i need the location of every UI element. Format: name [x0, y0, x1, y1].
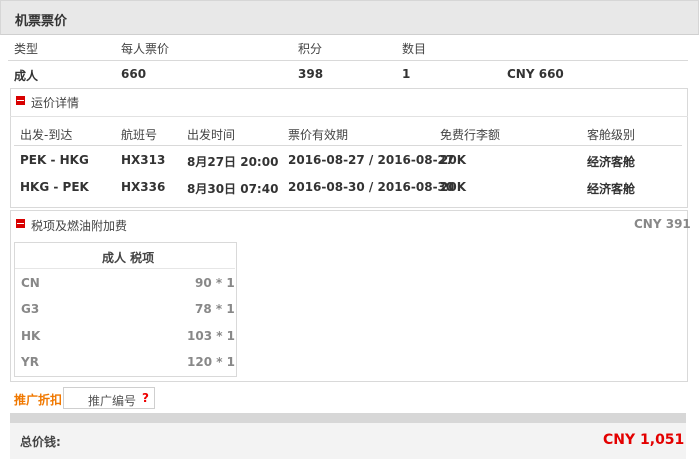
fare-col-validity: 票价有效期 [288, 128, 349, 142]
collapse-icon[interactable] [16, 219, 25, 228]
summary-points: 398 [298, 67, 324, 81]
fare-row-cabin: 经济客舱 [587, 155, 636, 169]
fare-col-cabin: 客舱级别 [587, 128, 636, 142]
fare-row-baggage: 20K [440, 180, 466, 194]
fare-row-validity: 2016-08-27 / 2016-08-27 [288, 153, 455, 167]
divider [14, 145, 682, 146]
summary-total: CNY 660 [507, 67, 564, 81]
fare-row-baggage: 20K [440, 153, 466, 167]
fare-row-time: 8月30日 07:40 [187, 182, 279, 196]
tax-amount: 103 * 1 [187, 329, 236, 343]
fare-row-route: PEK - HKG [20, 153, 89, 167]
tax-code: G3 [21, 302, 40, 316]
col-points: 积分 [298, 42, 323, 56]
fare-row-flight: HX313 [121, 153, 166, 167]
col-price: 每人票价 [121, 42, 170, 56]
fare-row-validity: 2016-08-30 / 2016-08-30 [288, 180, 455, 194]
tax-code: CN [21, 276, 40, 290]
fare-row-time: 8月27日 20:00 [187, 155, 279, 169]
promo-code-input[interactable]: 推广编号 ? [63, 387, 155, 409]
total-price: CNY 1,051 [603, 432, 685, 448]
divider [8, 60, 688, 61]
fare-row-flight: HX336 [121, 180, 166, 194]
summary-count: 1 [402, 67, 411, 81]
tax-code: HK [21, 329, 41, 343]
promo-label: 推广折扣 [14, 393, 63, 407]
price-panel-header: 机票票价 [0, 0, 699, 35]
col-count: 数目 [402, 42, 427, 56]
fare-details-title[interactable]: 运价详情 [31, 94, 79, 111]
tax-amount: 120 * 1 [187, 355, 236, 369]
fare-col-flight: 航班号 [121, 128, 158, 142]
col-type: 类型 [14, 42, 39, 56]
promo-placeholder: 推广编号 [88, 394, 137, 408]
total-divider-bar [10, 413, 686, 423]
tax-amount: 78 * 1 [195, 302, 235, 316]
tax-table-header: 成人 税项 [102, 251, 155, 265]
tax-section-title[interactable]: 税项及燃油附加费 [31, 217, 127, 234]
panel-title: 机票票价 [15, 14, 68, 29]
fare-col-baggage: 免费行李额 [440, 128, 501, 142]
divider [10, 116, 688, 117]
tax-amount: 90 * 1 [195, 276, 235, 290]
tax-total: CNY 391 [634, 217, 691, 231]
total-row: 总价钱: CNY 1,051 [10, 423, 686, 459]
summary-type: 成人 [14, 69, 39, 83]
divider [15, 268, 235, 269]
fare-col-time: 出发时间 [187, 128, 236, 142]
summary-price: 660 [121, 67, 147, 81]
help-icon[interactable]: ? [142, 391, 149, 405]
fare-row-cabin: 经济客舱 [587, 182, 636, 196]
total-label: 总价钱: [20, 435, 61, 449]
fare-row-route: HKG - PEK [20, 180, 89, 194]
fare-col-route: 出发-到达 [20, 128, 73, 142]
collapse-icon[interactable] [16, 96, 25, 105]
tax-code: YR [21, 355, 39, 369]
